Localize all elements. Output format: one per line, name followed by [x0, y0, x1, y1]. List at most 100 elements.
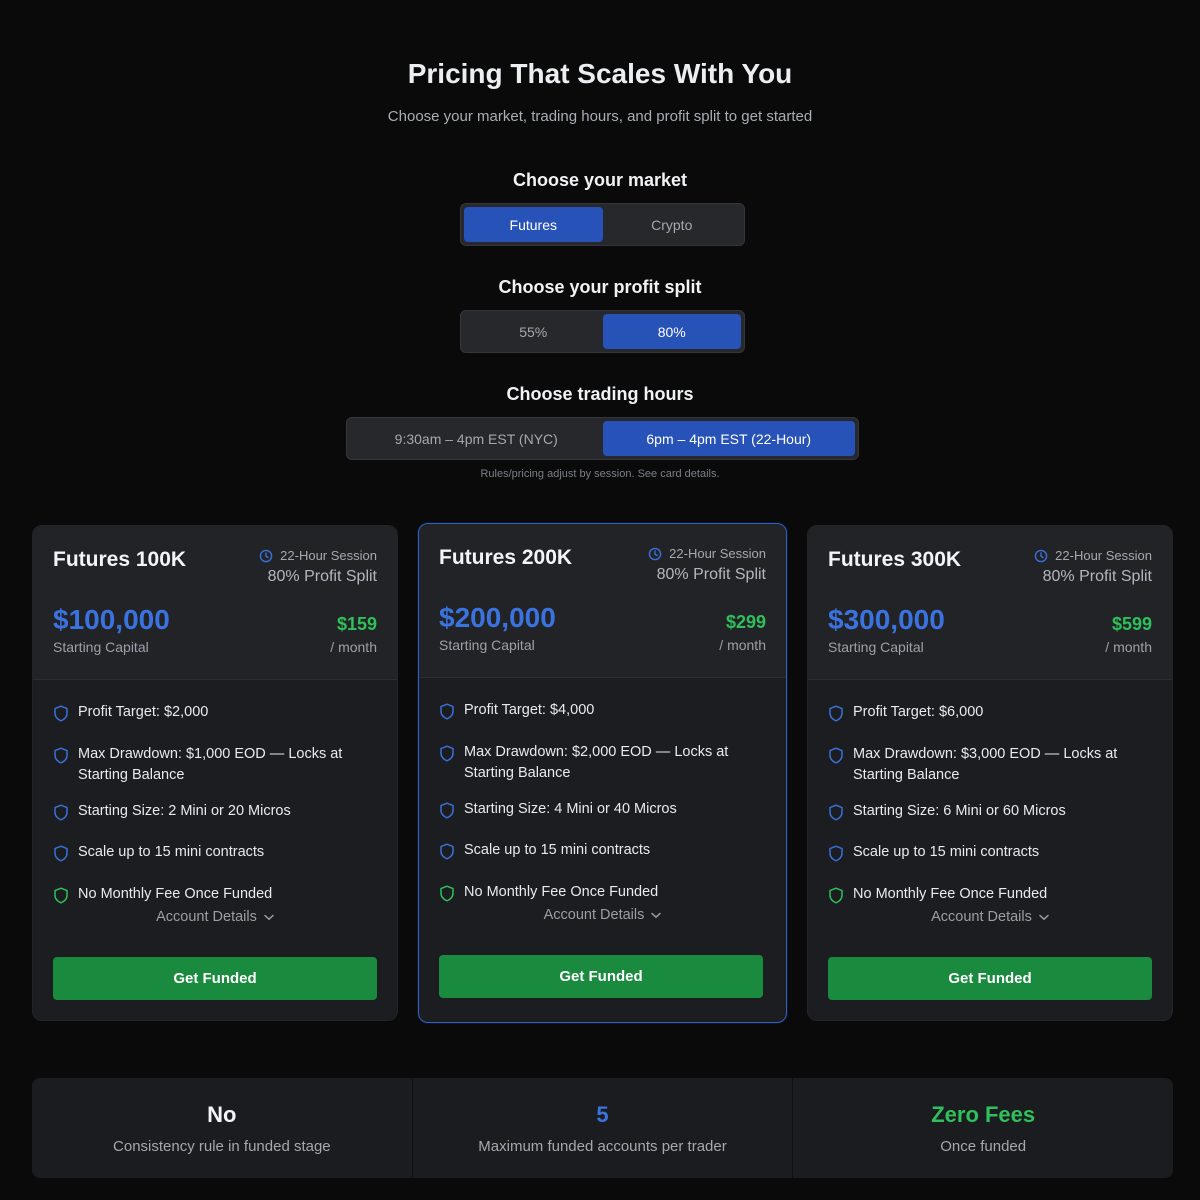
shield-icon	[53, 803, 69, 829]
shield-icon	[53, 845, 69, 870]
stat-value: 5	[596, 1101, 609, 1127]
chevron-down-icon	[651, 907, 662, 923]
hours-option-nyc[interactable]: 9:30am – 4pm EST (NYC)	[350, 421, 603, 456]
session-badge: 22-Hour Session	[1034, 548, 1152, 563]
plan-name: Futures 300K	[828, 548, 962, 571]
page-title: Pricing That Scales With You	[407, 58, 793, 89]
split-option-80[interactable]: 80%	[602, 314, 741, 349]
feature-text: Starting Size: 4 Mini or 40 Micros	[464, 800, 677, 817]
feature-text: Profit Target: $4,000	[464, 702, 595, 718]
page-subtitle: Choose your market, trading hours, and p…	[387, 108, 813, 125]
stat-desc: Once funded	[940, 1137, 1027, 1155]
account-details-label: Account Details	[931, 909, 1032, 925]
feature-text: Starting Size: 6 Mini or 60 Micros	[853, 802, 1066, 819]
session-text: 22-Hour Session	[280, 548, 377, 563]
session-hint: Rules/pricing adjust by session. See car…	[480, 468, 720, 480]
feature-item: Profit Target: $6,000	[828, 702, 1154, 730]
card-header: Futures 300K 22-Hour Session 80% Profit Sp…	[808, 526, 1172, 680]
account-details-label: Account Details	[156, 909, 257, 925]
stat-value: Zero Fees	[931, 1101, 1036, 1127]
pricing-card: Futures 200K 22-Hour Session 80% Profit Sp…	[418, 523, 787, 1023]
feature-text: Max Drawdown: $2,000 EOD — Locks at Star…	[464, 743, 729, 782]
monthly-price: $159	[336, 614, 377, 634]
starting-capital: $100,000	[53, 604, 170, 635]
price-period: / month	[1105, 639, 1152, 655]
stat-fees: Zero Fees Once funded	[793, 1078, 1173, 1178]
stat-desc: Maximum funded accounts per trader	[478, 1137, 727, 1155]
pricing-page: Pricing That Scales With You Choose your…	[0, 0, 1200, 1200]
feature-item: No Monthly Fee Once Funded	[828, 884, 1154, 912]
feature-text: Scale up to 15 mini contracts	[78, 844, 265, 860]
shield-icon	[828, 803, 844, 829]
market-option-crypto[interactable]: Crypto	[603, 207, 742, 242]
account-details-toggle[interactable]: Account Details	[419, 907, 786, 923]
monthly-price: $299	[725, 612, 766, 632]
feature-item: No Monthly Fee Once Funded	[53, 884, 379, 912]
shield-icon	[53, 746, 69, 772]
shield-check-icon	[828, 886, 844, 912]
split-option-55[interactable]: 55%	[464, 314, 603, 349]
clock-icon	[1034, 549, 1048, 563]
pricing-card: Futures 300K 22-Hour Session 80% Profit Sp…	[807, 525, 1173, 1021]
feature-text: Profit Target: $2,000	[78, 704, 209, 720]
feature-list: Profit Target: $4,000 Max Drawdown: $2,00…	[439, 700, 765, 923]
get-funded-button[interactable]: Get Funded	[828, 957, 1152, 1000]
price-period: / month	[330, 639, 377, 655]
clock-icon	[259, 549, 273, 563]
market-label: Choose your market	[512, 170, 688, 190]
feature-item: Starting Size: 2 Mini or 20 Micros	[53, 801, 379, 829]
feature-item: Max Drawdown: $1,000 EOD — Locks at Star…	[53, 744, 379, 787]
feature-item: Profit Target: $2,000	[53, 702, 379, 730]
stats-bar: No Consistency rule in funded stage 5 Ma…	[32, 1078, 1173, 1178]
hours-option-22h[interactable]: 6pm – 4pm EST (22-Hour)	[602, 421, 855, 456]
feature-text: Profit Target: $6,000	[853, 704, 984, 720]
profit-split-label: Choose your profit split	[498, 277, 702, 297]
shield-icon	[439, 744, 455, 770]
stat-desc: Consistency rule in funded stage	[113, 1137, 331, 1155]
feature-text: Scale up to 15 mini contracts	[853, 844, 1040, 860]
feature-text: No Monthly Fee Once Funded	[464, 883, 659, 900]
market-option-futures[interactable]: Futures	[464, 207, 603, 242]
feature-item: Scale up to 15 mini contracts	[53, 842, 379, 870]
account-details-toggle[interactable]: Account Details	[808, 909, 1172, 925]
trading-hours-label: Choose trading hours	[506, 384, 694, 404]
chevron-down-icon	[264, 909, 274, 925]
feature-item: Scale up to 15 mini contracts	[828, 842, 1154, 870]
shield-icon	[53, 705, 69, 730]
shield-icon	[828, 845, 844, 870]
shield-icon	[828, 705, 844, 730]
feature-text: No Monthly Fee Once Funded	[853, 885, 1048, 902]
account-details-label: Account Details	[543, 907, 645, 923]
starting-capital: $200,000	[439, 602, 556, 633]
session-badge: 22-Hour Session	[648, 546, 766, 561]
card-header: Futures 200K 22-Hour Session 80% Profit Sp…	[419, 524, 786, 678]
shield-check-icon	[439, 884, 455, 910]
shield-check-icon	[53, 886, 69, 912]
profit-split-toggle: 55% 80%	[460, 310, 745, 353]
feature-item: Starting Size: 6 Mini or 60 Micros	[828, 801, 1154, 829]
feature-text: Max Drawdown: $1,000 EOD — Locks at Star…	[78, 745, 343, 784]
stat-value: No	[207, 1101, 237, 1127]
feature-text: Max Drawdown: $3,000 EOD — Locks at Star…	[853, 745, 1118, 784]
profit-split-text: 80% Profit Split	[1042, 568, 1152, 585]
pricing-card: Futures 100K 22-Hour Session 80% Profit Sp…	[32, 525, 398, 1021]
plan-name: Futures 100K	[53, 548, 187, 571]
trading-hours-toggle: 9:30am – 4pm EST (NYC) 6pm – 4pm EST (22…	[346, 417, 859, 460]
feature-text: Scale up to 15 mini contracts	[464, 842, 651, 858]
shield-icon	[439, 801, 455, 827]
feature-item: Profit Target: $4,000	[439, 700, 765, 728]
feature-item: Scale up to 15 mini contracts	[439, 840, 765, 868]
starting-capital-label: Starting Capital	[53, 639, 149, 655]
account-details-toggle[interactable]: Account Details	[33, 909, 397, 925]
feature-item: No Monthly Fee Once Funded	[439, 882, 765, 910]
get-funded-button[interactable]: Get Funded	[53, 957, 377, 1000]
monthly-price: $599	[1111, 614, 1152, 634]
get-funded-button[interactable]: Get Funded	[439, 955, 763, 998]
feature-text: No Monthly Fee Once Funded	[78, 885, 273, 902]
starting-capital-label: Starting Capital	[828, 639, 924, 655]
feature-item: Max Drawdown: $2,000 EOD — Locks at Star…	[439, 742, 765, 785]
shield-icon	[439, 703, 455, 728]
feature-list: Profit Target: $6,000 Max Drawdown: $3,00…	[828, 702, 1154, 925]
feature-item: Max Drawdown: $3,000 EOD — Locks at Star…	[828, 744, 1154, 787]
starting-capital-label: Starting Capital	[439, 637, 535, 653]
